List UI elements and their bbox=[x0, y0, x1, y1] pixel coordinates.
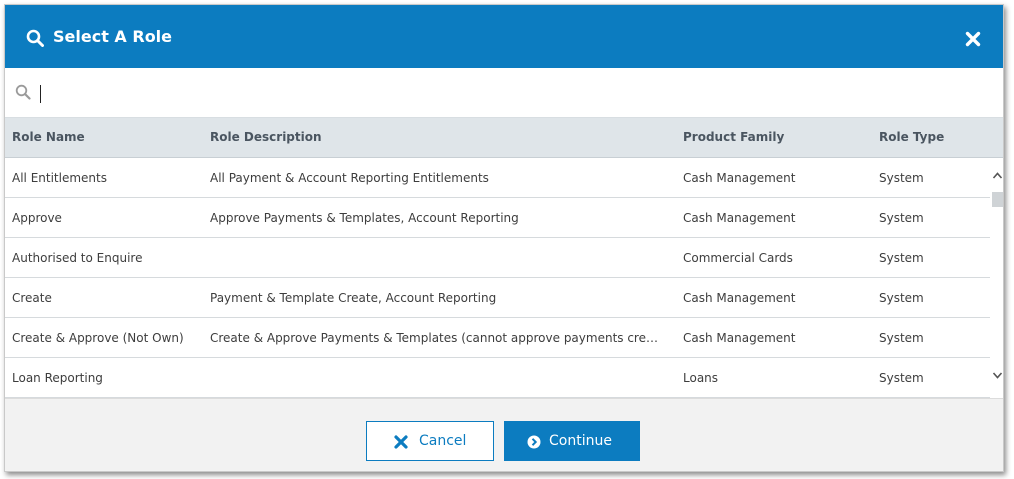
select-role-dialog: Select A Role Role Name Role Description… bbox=[4, 4, 1004, 472]
cancel-button[interactable]: Cancel bbox=[366, 421, 494, 461]
close-icon bbox=[394, 435, 408, 449]
cell-role-description: Create & Approve Payments & Templates (c… bbox=[210, 331, 658, 345]
table-row[interactable]: All Entitlements All Payment & Account R… bbox=[5, 158, 990, 198]
cell-role-type: System bbox=[879, 251, 924, 265]
table-row[interactable]: Create Payment & Template Create, Accoun… bbox=[5, 278, 990, 318]
table-row[interactable]: Create & Approve (Not Own) Create & Appr… bbox=[5, 318, 990, 358]
cell-role-description: Payment & Template Create, Account Repor… bbox=[210, 291, 497, 305]
chevron-up-icon[interactable] bbox=[992, 170, 1003, 181]
cancel-button-label: Cancel bbox=[419, 433, 467, 449]
cell-role-type: System bbox=[879, 211, 924, 225]
cell-product-family: Cash Management bbox=[683, 211, 796, 225]
cell-role-name: Authorised to Enquire bbox=[12, 251, 143, 265]
column-header-role-type[interactable]: Role Type bbox=[879, 118, 944, 157]
dialog-header: Select A Role bbox=[5, 5, 1003, 68]
table-scrollbar[interactable] bbox=[990, 158, 1003, 398]
cell-role-name: All Entitlements bbox=[12, 171, 107, 185]
cell-role-description bbox=[210, 238, 658, 278]
table-row[interactable]: Authorised to Enquire Commercial Cards S… bbox=[5, 238, 990, 278]
column-header-role-name[interactable]: Role Name bbox=[12, 118, 85, 157]
cell-role-type: System bbox=[879, 291, 924, 305]
cell-role-name: Approve bbox=[12, 211, 62, 225]
cell-product-family: Loans bbox=[683, 371, 719, 385]
table-body: All Entitlements All Payment & Account R… bbox=[5, 158, 990, 398]
search-icon bbox=[15, 84, 31, 100]
cell-role-name: Create bbox=[12, 291, 52, 305]
continue-button[interactable]: Continue bbox=[504, 421, 640, 461]
table-row[interactable]: Approve Approve Payments & Templates, Ac… bbox=[5, 198, 990, 238]
cell-role-type: System bbox=[879, 371, 924, 385]
cell-role-name: Create & Approve (Not Own) bbox=[12, 331, 184, 345]
continue-button-label: Continue bbox=[549, 433, 612, 449]
cell-role-description: Approve Payments & Templates, Account Re… bbox=[210, 211, 519, 225]
cell-product-family: Cash Management bbox=[683, 331, 796, 345]
table-row[interactable]: Loan Reporting Loans System bbox=[5, 358, 990, 398]
text-caret bbox=[40, 85, 41, 103]
dialog-footer: Cancel Continue bbox=[5, 398, 1003, 471]
cell-role-type: System bbox=[879, 331, 924, 345]
close-icon[interactable] bbox=[965, 31, 981, 47]
cell-product-family: Cash Management bbox=[683, 171, 796, 185]
chevron-right-circle-icon bbox=[527, 435, 541, 449]
dialog-title: Select A Role bbox=[53, 27, 173, 46]
search-icon bbox=[26, 29, 44, 47]
column-header-role-description[interactable]: Role Description bbox=[210, 118, 322, 157]
search-input[interactable] bbox=[39, 80, 979, 104]
table-header: Role Name Role Description Product Famil… bbox=[5, 118, 1003, 158]
cell-role-description bbox=[210, 358, 658, 398]
cell-role-name: Loan Reporting bbox=[12, 371, 103, 385]
scrollbar-thumb[interactable] bbox=[992, 192, 1003, 207]
cell-product-family: Cash Management bbox=[683, 291, 796, 305]
cell-role-type: System bbox=[879, 171, 924, 185]
search-bar bbox=[5, 68, 1003, 118]
column-header-product-family[interactable]: Product Family bbox=[683, 118, 784, 157]
cell-role-description: All Payment & Account Reporting Entitlem… bbox=[210, 171, 489, 185]
chevron-down-icon[interactable] bbox=[992, 370, 1003, 381]
cell-product-family: Commercial Cards bbox=[683, 251, 793, 265]
